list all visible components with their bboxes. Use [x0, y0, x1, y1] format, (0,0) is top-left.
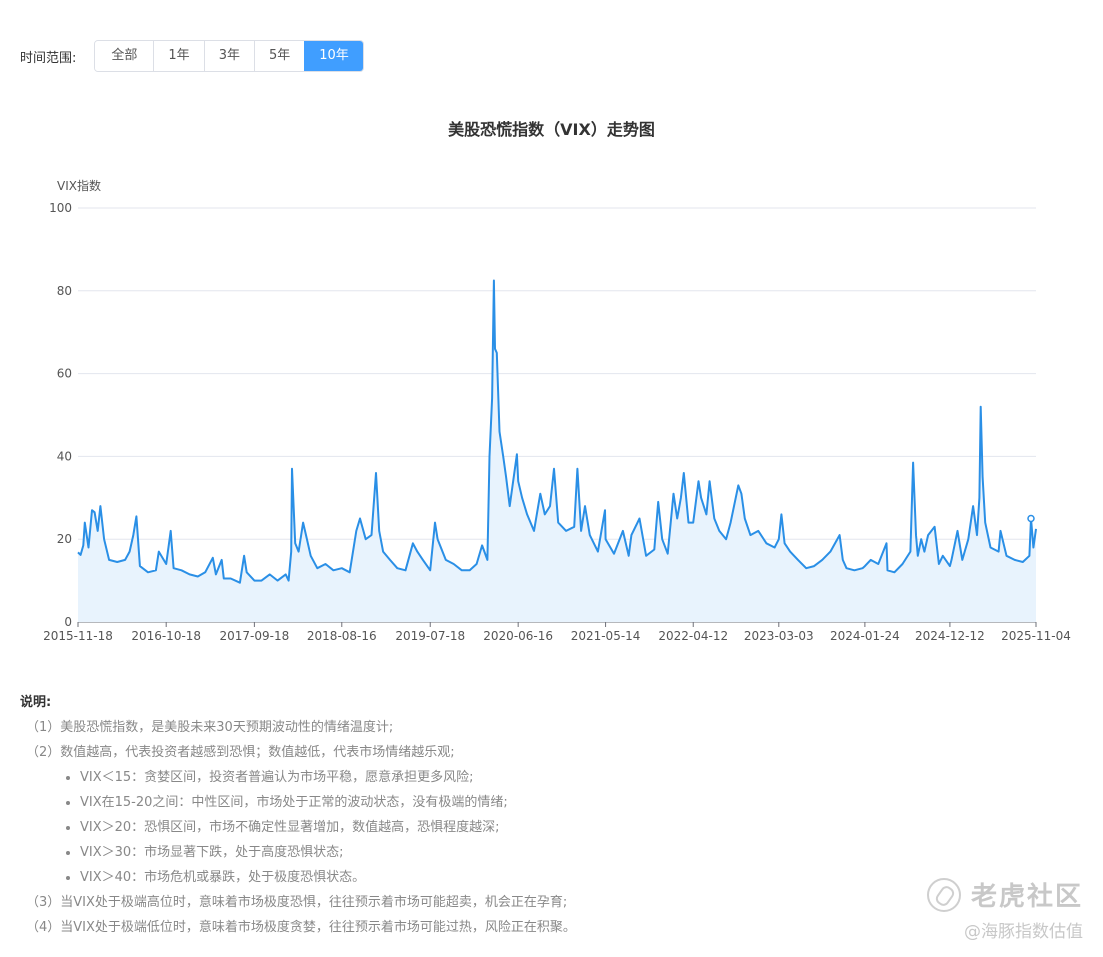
notes-section: 说明: （1）美股恐慌指数，是美股未来30天预期波动性的情绪温度计; （2）数值… — [20, 690, 576, 940]
y-axis-label: VIX指数 — [57, 178, 101, 193]
note-bullet: VIX＞30：市场显著下跌，处于高度恐惧状态; — [80, 840, 576, 865]
note-bullet: VIX＞40：市场危机或暴跌，处于极度恐惧状态。 — [80, 865, 576, 890]
last-point-marker[interactable] — [1027, 514, 1035, 523]
x-tick-label: 2024-01-24 — [830, 629, 900, 643]
notes-title: 说明: — [20, 695, 52, 710]
note-item: （2）数值越高，代表投资者越感到恐惧；数值越低，代表市场情绪越乐观; — [26, 745, 455, 760]
vix-chart[interactable]: VIX指数 020406080100 2015-11-18 2016-10-18 2… — [0, 0, 1103, 660]
note-bullet-list: VIX＜15：贪婪区间，投资者普遍认为市场平稳，愿意承担更多风险; VIX在15… — [20, 765, 576, 890]
x-tick-label: 2018-08-16 — [307, 629, 377, 643]
note-item: （3）当VIX处于极端高位时，意味着市场极度恐惧，往往预示着市场可能超卖，机会正… — [26, 895, 568, 910]
watermark-author: @海豚指数估值 — [964, 922, 1083, 942]
x-tick-label: 2021-05-14 — [571, 629, 641, 643]
tiger-logo-icon — [926, 877, 961, 912]
x-tick-label: 2022-04-12 — [658, 629, 728, 643]
y-tick-label: 60 — [57, 367, 72, 381]
y-tick-label: 20 — [57, 532, 72, 546]
y-tick-label: 100 — [49, 201, 72, 215]
x-tick-label: 2017-09-18 — [220, 629, 290, 643]
note-item: （4）当VIX处于极端低位时，意味着市场极度贪婪，往往预示着市场可能过热，风险正… — [26, 920, 576, 935]
x-axis-ticks: 2015-11-18 2016-10-18 2017-09-18 2018-08-16… — [43, 622, 1071, 643]
y-tick-label: 40 — [57, 449, 72, 463]
x-tick-label: 2015-11-18 — [43, 629, 113, 643]
watermark-brand: 老虎社区 — [926, 876, 1083, 913]
x-tick-label: 2020-06-16 — [483, 629, 553, 643]
note-bullet: VIX＜15：贪婪区间，投资者普遍认为市场平稳，愿意承担更多风险; — [80, 765, 576, 790]
watermark: 老虎社区 @海豚指数估值 — [926, 876, 1083, 942]
note-item: （1）美股恐慌指数，是美股未来30天预期波动性的情绪温度计; — [26, 720, 394, 735]
x-tick-label: 2019-07-18 — [395, 629, 465, 643]
note-bullet: VIX＞20：恐惧区间，市场不确定性显著增加，数值越高，恐惧程度越深; — [80, 815, 576, 840]
y-tick-label: 0 — [64, 615, 72, 629]
x-tick-label: 2024-12-12 — [915, 629, 985, 643]
x-tick-label: 2023-03-03 — [744, 629, 814, 643]
y-tick-label: 80 — [57, 284, 72, 298]
watermark-brand-text: 老虎社区 — [970, 882, 1083, 912]
y-axis-ticks: 0 20 40 60 80 100 — [49, 201, 72, 629]
note-bullet: VIX在15-20之间：中性区间，市场处于正常的波动状态，没有极端的情绪; — [80, 790, 576, 815]
x-tick-label: 2025-11-04 — [1001, 629, 1071, 643]
x-tick-label: 2016-10-18 — [131, 629, 201, 643]
